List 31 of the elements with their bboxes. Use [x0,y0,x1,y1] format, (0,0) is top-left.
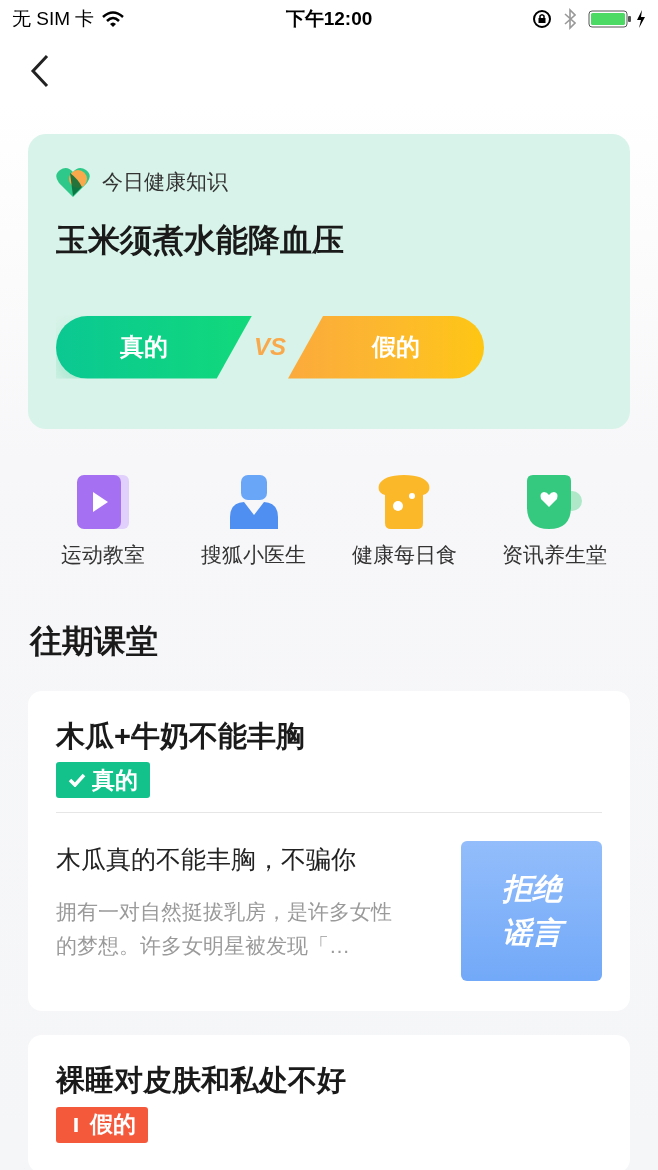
verdict-badge: 假的 [56,1106,148,1143]
thumbnail-text: 谣言 [495,911,568,955]
article-summary: 拥有一对自然挺拔乳房，是许多女性的梦想。许多女明星被发现「… [56,898,393,959]
bluetooth-icon [564,8,576,30]
cup-icon [526,475,583,529]
carrier-text: 无 SIM 卡 [12,6,95,31]
check-icon [68,773,86,787]
battery-icon [588,10,632,28]
lesson-title: 裸睡对皮肤和私处不好 [56,1063,347,1098]
verdict-badge: 真的 [56,762,150,798]
lesson-card[interactable]: 木瓜+牛奶不能丰胸 真的 木瓜真的不能丰胸，不骗你 拥有一对自然挺拔乳房，是许多女性的梦想。许多女明星被发现「… 拒绝 谣言 [28,690,630,1011]
thumbnail-text: 拒绝 [500,871,565,907]
shortcut-item[interactable]: 运动教室 [28,473,179,571]
article-title: 木瓜真的不能丰胸，不骗你 [56,844,357,875]
versus-text: VS [253,332,287,362]
lesson-card[interactable]: 裸睡对皮肤和私处不好 假的 [28,1035,630,1170]
section-title: 往期课堂 [28,621,159,661]
lesson-title: 木瓜+牛奶不能丰胸 [56,718,306,754]
rotation-lock-icon [532,9,552,29]
clock-text: 下午12:00 [285,6,373,31]
section-label: 今日健康知识 [102,169,228,195]
question-title: 玉米须煮水能降血压 [56,220,345,260]
person-icon [229,475,278,529]
heart-logo-icon [56,166,90,197]
bread-icon [377,475,432,529]
shortcut-item[interactable]: 资讯养生堂 [479,473,630,571]
charging-icon [636,10,646,28]
play-icon [77,475,130,529]
shortcut-item[interactable]: 健康每日食 [329,473,480,571]
wifi-icon [102,11,125,27]
shortcut-item[interactable]: 搜狐小医生 [178,473,329,571]
